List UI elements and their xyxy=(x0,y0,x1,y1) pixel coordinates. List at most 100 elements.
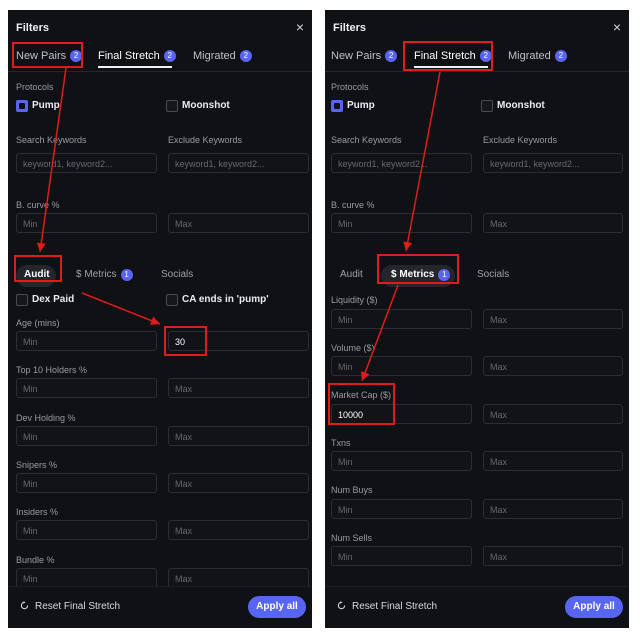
num-sells-max-input[interactable]: Max xyxy=(483,546,623,566)
top10-holders-min-input[interactable]: Min xyxy=(16,378,157,398)
dev-holding-max-input[interactable]: Max xyxy=(168,426,309,446)
filters-panel-audit: Filters × New Pairs 2 Final Stretch 2 Migr… xyxy=(8,10,312,628)
ca-ends-pump-checkbox[interactable] xyxy=(166,294,178,306)
tab-migrated[interactable]: Migrated 2 xyxy=(193,50,252,62)
exclude-keywords-label: Exclude Keywords xyxy=(168,135,243,145)
subtab-badge: 1 xyxy=(438,269,451,281)
market-cap-max-input[interactable]: Max xyxy=(483,404,623,424)
age-max-input[interactable]: 30 xyxy=(168,331,309,351)
filters-panel-metrics: Filters × New Pairs 2 Final Stretch 2 Migr… xyxy=(325,10,629,628)
subtab-audit[interactable]: Audit xyxy=(24,263,50,287)
subtab-metrics[interactable]: $ Metrics 1 xyxy=(76,263,133,287)
top10-holders-label: Top 10 Holders % xyxy=(16,365,88,375)
pump-label: Pump xyxy=(347,100,375,111)
moonshot-label: Moonshot xyxy=(182,100,230,111)
num-buys-label: Num Buys xyxy=(331,485,373,495)
close-icon[interactable]: × xyxy=(613,19,621,35)
tab-new-pairs[interactable]: New Pairs 2 xyxy=(16,50,83,62)
close-icon[interactable]: × xyxy=(296,19,304,35)
panel-footer: Reset Final Stretch Apply all xyxy=(325,586,629,628)
reset-label: Reset Final Stretch xyxy=(352,601,438,612)
dev-holding-min-input[interactable]: Min xyxy=(16,426,157,446)
bundle-max-input[interactable]: Max xyxy=(168,568,309,588)
num-sells-min-input[interactable]: Min xyxy=(331,546,472,566)
pump-checkbox[interactable] xyxy=(331,100,343,112)
volume-min-input[interactable]: Min xyxy=(331,356,472,376)
market-cap-label: Market Cap ($) xyxy=(331,390,392,400)
search-keywords-input[interactable]: keyword1, keyword2... xyxy=(16,153,157,173)
insiders-max-input[interactable]: Max xyxy=(168,520,309,540)
panel-title: Filters xyxy=(16,22,50,34)
moonshot-checkbox[interactable] xyxy=(481,100,493,112)
search-keywords-label: Search Keywords xyxy=(16,135,87,145)
tab-label: Migrated xyxy=(508,50,551,62)
top10-holders-max-input[interactable]: Max xyxy=(168,378,309,398)
tab-label: New Pairs xyxy=(331,50,382,62)
tab-label: New Pairs xyxy=(16,50,67,62)
exclude-keywords-input[interactable]: keyword1, keyword2... xyxy=(168,153,309,173)
subtab-socials[interactable]: Socials xyxy=(477,263,509,287)
liquidity-min-input[interactable]: Min xyxy=(331,309,472,329)
age-label: Age (mins) xyxy=(16,318,60,328)
snipers-max-input[interactable]: Max xyxy=(168,473,309,493)
dev-holding-label: Dev Holding % xyxy=(16,413,76,423)
reset-button[interactable]: Reset Final Stretch xyxy=(337,601,437,612)
panel-footer: Reset Final Stretch Apply all xyxy=(8,586,312,628)
protocols-label: Protocols xyxy=(331,82,369,92)
dex-paid-label: Dex Paid xyxy=(32,294,75,305)
insiders-label: Insiders % xyxy=(16,507,59,517)
num-buys-min-input[interactable]: Min xyxy=(331,499,472,519)
bcurve-max-input[interactable]: Max xyxy=(168,213,309,233)
tab-badge: 2 xyxy=(239,50,252,62)
snipers-min-input[interactable]: Min xyxy=(16,473,157,493)
liquidity-label: Liquidity ($) xyxy=(331,295,378,305)
tab-badge: 2 xyxy=(385,50,398,62)
pump-checkbox[interactable] xyxy=(16,100,28,112)
tab-label: Migrated xyxy=(193,50,236,62)
apply-all-button[interactable]: Apply all xyxy=(248,596,306,618)
tab-final-stretch[interactable]: Final Stretch 2 xyxy=(414,50,492,62)
subtab-audit[interactable]: Audit xyxy=(340,263,363,287)
age-min-input[interactable]: Min xyxy=(16,331,157,351)
dex-paid-checkbox[interactable] xyxy=(16,294,28,306)
panel-title: Filters xyxy=(333,22,367,34)
subtab-label: $ Metrics xyxy=(76,269,117,280)
subtab-label: $ Metrics xyxy=(391,269,435,280)
bcurve-label: B. curve % xyxy=(331,200,375,210)
active-tab-underline xyxy=(414,66,488,68)
volume-max-input[interactable]: Max xyxy=(483,356,623,376)
exclude-keywords-input[interactable]: keyword1, keyword2... xyxy=(483,153,623,173)
insiders-min-input[interactable]: Min xyxy=(16,520,157,540)
tab-badge: 2 xyxy=(70,50,83,62)
bcurve-label: B. curve % xyxy=(16,200,60,210)
bcurve-max-input[interactable]: Max xyxy=(483,213,623,233)
moonshot-label: Moonshot xyxy=(497,100,545,111)
tab-divider xyxy=(325,71,629,72)
txns-min-input[interactable]: Min xyxy=(331,451,472,471)
reset-icon xyxy=(20,601,29,610)
num-buys-max-input[interactable]: Max xyxy=(483,499,623,519)
subtab-socials[interactable]: Socials xyxy=(161,263,193,287)
reset-button[interactable]: Reset Final Stretch xyxy=(20,601,120,612)
volume-label: Volume ($) xyxy=(331,343,375,353)
ca-ends-pump-label: CA ends in 'pump' xyxy=(182,294,269,305)
protocols-label: Protocols xyxy=(16,82,54,92)
pump-label: Pump xyxy=(32,100,60,111)
moonshot-checkbox[interactable] xyxy=(166,100,178,112)
search-keywords-label: Search Keywords xyxy=(331,135,402,145)
subtab-metrics[interactable]: $ Metrics 1 xyxy=(391,263,451,287)
txns-max-input[interactable]: Max xyxy=(483,451,623,471)
liquidity-max-input[interactable]: Max xyxy=(483,309,623,329)
bcurve-min-input[interactable]: Min xyxy=(16,213,157,233)
search-keywords-input[interactable]: keyword1, keyword2... xyxy=(331,153,472,173)
reset-icon xyxy=(337,601,346,610)
market-cap-min-input[interactable]: 10000 xyxy=(331,404,472,424)
tab-new-pairs[interactable]: New Pairs 2 xyxy=(331,50,398,62)
bcurve-min-input[interactable]: Min xyxy=(331,213,472,233)
bundle-min-input[interactable]: Min xyxy=(16,568,157,588)
apply-all-button[interactable]: Apply all xyxy=(565,596,623,618)
num-sells-label: Num Sells xyxy=(331,533,373,543)
active-tab-underline xyxy=(98,66,172,68)
tab-migrated[interactable]: Migrated 2 xyxy=(508,50,567,62)
tab-final-stretch[interactable]: Final Stretch 2 xyxy=(98,50,176,62)
